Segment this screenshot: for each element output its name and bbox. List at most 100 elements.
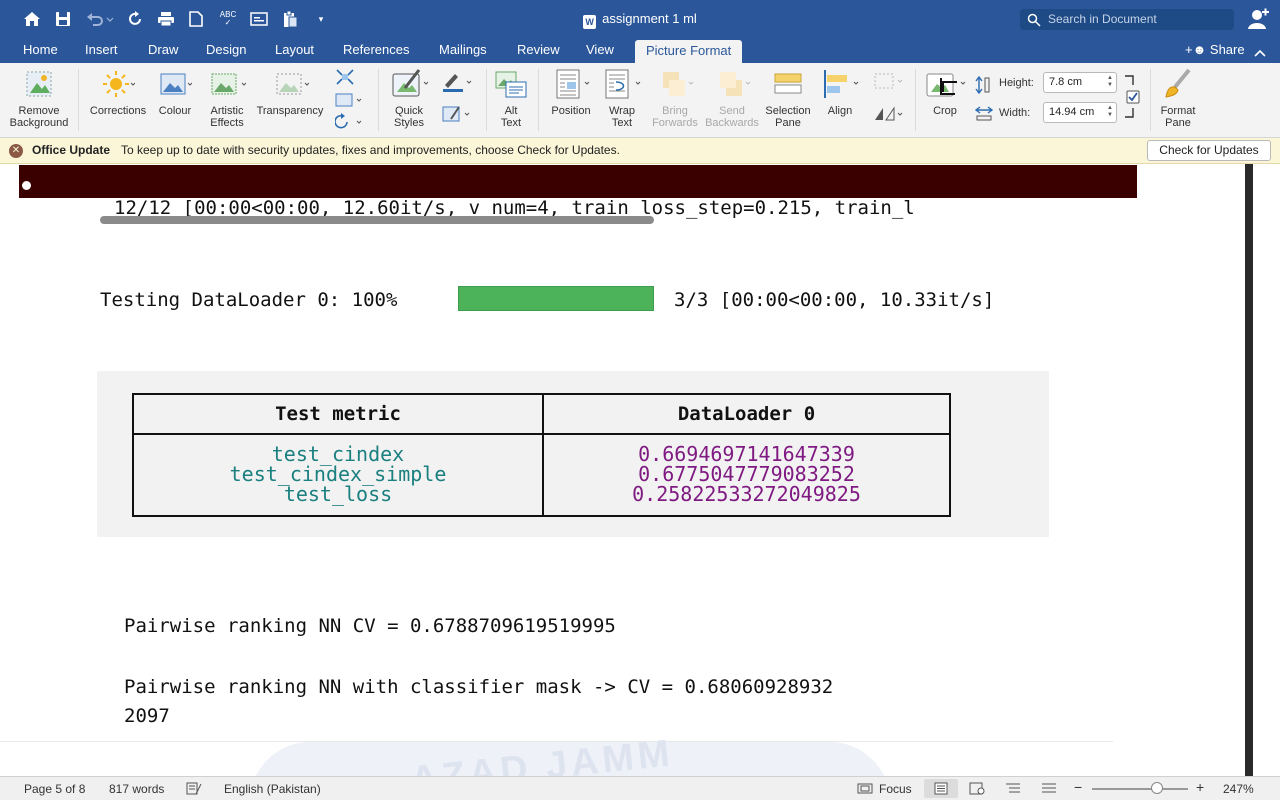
compress-pictures-icon[interactable]	[335, 68, 355, 91]
dismiss-icon[interactable]: ✕	[9, 144, 23, 158]
position-button[interactable]: Position	[546, 63, 596, 117]
send-backwards-label-2: Backwards	[705, 117, 759, 129]
ribbon-separator	[915, 69, 916, 131]
ribbon-separator	[538, 69, 539, 131]
lock-aspect-ratio-icon[interactable]	[1123, 75, 1143, 126]
zoom-level[interactable]: 247%	[1223, 782, 1254, 796]
zoom-in-icon[interactable]: +	[1196, 779, 1204, 795]
position-label: Position	[551, 105, 591, 117]
transparency-label: Transparency	[256, 105, 324, 117]
colour-label: Colour	[158, 105, 192, 117]
change-picture-icon[interactable]	[335, 91, 363, 114]
web-layout-view-icon[interactable]	[969, 782, 985, 798]
account-icon[interactable]	[1248, 8, 1270, 35]
reset-picture-icon[interactable]	[334, 113, 363, 136]
quick-styles-label-1: Quick	[394, 105, 424, 117]
width-stepper-icon[interactable]: ▲ ▼	[1107, 105, 1113, 119]
output-scrollbar[interactable]	[100, 216, 654, 224]
collapse-ribbon-icon[interactable]	[1254, 44, 1266, 62]
align-button[interactable]: Align	[818, 63, 862, 117]
zoom-slider-thumb[interactable]	[1151, 782, 1163, 794]
remove-background-button[interactable]: Remove Background	[6, 63, 72, 129]
crop-icon	[922, 63, 968, 105]
status-bar: Page 5 of 8 817 words English (Pakistan)…	[0, 776, 1280, 800]
align-label: Align	[827, 105, 853, 117]
colour-button[interactable]: Colour	[152, 63, 198, 117]
tab-draw[interactable]: Draw	[148, 42, 178, 57]
width-label: Width:	[999, 107, 1031, 119]
language-indicator[interactable]: English (Pakistan)	[224, 782, 321, 796]
corrections-label: Corrections	[89, 105, 147, 117]
corrections-button[interactable]: Corrections	[86, 63, 150, 117]
bring-forwards-icon	[648, 63, 702, 105]
word-count[interactable]: 817 words	[109, 782, 164, 796]
tab-view[interactable]: View	[586, 42, 614, 57]
tab-design[interactable]: Design	[206, 42, 246, 57]
picture-border-icon[interactable]	[441, 71, 473, 98]
tab-insert[interactable]: Insert	[85, 42, 118, 57]
focus-label[interactable]: Focus	[879, 782, 912, 796]
print-layout-view-button[interactable]	[924, 779, 958, 798]
table-cell-value-1: 0.6694697141647339	[638, 442, 855, 466]
height-icon	[975, 75, 991, 99]
ribbon-separator	[1150, 69, 1151, 131]
document-title-text: assignment 1 ml	[602, 11, 697, 26]
search-input[interactable]: Search in Document	[1020, 9, 1234, 30]
tab-references[interactable]: References	[343, 42, 409, 57]
update-message-bar: ✕ Office Update To keep up to date with …	[0, 138, 1280, 164]
picture-effects-icon[interactable]	[441, 103, 473, 130]
group-objects-icon[interactable]	[872, 71, 904, 96]
quick-styles-icon	[384, 63, 434, 105]
page-indicator[interactable]: Page 5 of 8	[24, 782, 85, 796]
search-icon	[1027, 13, 1041, 34]
tab-picture-format[interactable]: Picture Format	[635, 40, 743, 63]
crop-label: Crop	[933, 105, 957, 117]
zoom-slider-track[interactable]	[1092, 788, 1188, 790]
format-pane-label-1: Format	[1160, 105, 1196, 117]
format-pane-button[interactable]: Format Pane	[1156, 63, 1200, 129]
check-for-updates-button[interactable]: Check for Updates	[1147, 140, 1271, 161]
metrics-table: Test metric DataLoader 0 test_cindex tes…	[132, 393, 951, 517]
send-backwards-icon	[704, 63, 760, 105]
artistic-effects-label-2: Effects	[210, 117, 244, 129]
rotate-icon[interactable]	[872, 104, 904, 129]
tab-mailings[interactable]: Mailings	[439, 42, 487, 57]
bring-forwards-button[interactable]: Bring Forwards	[648, 63, 702, 129]
proofing-icon[interactable]	[186, 782, 202, 798]
selection-pane-button[interactable]: Selection Pane	[762, 63, 814, 129]
wrap-text-icon	[600, 63, 644, 105]
alt-text-label-1: Alt	[504, 105, 518, 117]
zoom-out-icon[interactable]: −	[1074, 779, 1082, 795]
alt-text-button[interactable]: Alt Text	[492, 63, 530, 129]
quick-styles-button[interactable]: Quick Styles	[384, 63, 434, 129]
outline-view-icon[interactable]	[1005, 782, 1021, 798]
wrap-text-button[interactable]: Wrap Text	[600, 63, 644, 129]
tab-review[interactable]: Review	[517, 42, 560, 57]
focus-icon[interactable]	[857, 782, 873, 798]
selection-pane-label-2: Pane	[775, 117, 801, 129]
align-icon	[818, 63, 862, 105]
share-button[interactable]: +☻ Share	[1185, 42, 1245, 57]
vertical-scrollbar[interactable]	[1245, 164, 1253, 776]
draft-view-icon[interactable]	[1041, 782, 1057, 798]
ribbon-separator	[378, 69, 379, 131]
tab-home[interactable]: Home	[23, 42, 58, 57]
height-field[interactable]: 7.8 cm ▲ ▼	[1043, 72, 1117, 93]
table-cell-metric-3: test_loss	[283, 482, 393, 506]
artistic-effects-button[interactable]: Artistic Effects	[202, 63, 252, 129]
tab-layout[interactable]: Layout	[275, 42, 314, 57]
document-canvas[interactable]: 12/12 [00:00<00:00, 12.60it/s, v_num=4, …	[0, 164, 1245, 776]
testing-progress-bar	[458, 286, 654, 311]
transparency-button[interactable]: Transparency	[254, 63, 326, 117]
table-header-divider	[134, 433, 949, 435]
share-label: Share	[1209, 42, 1245, 57]
width-field[interactable]: 14.94 cm ▲ ▼	[1043, 102, 1117, 123]
crop-button[interactable]: Crop	[922, 63, 968, 117]
height-stepper-icon[interactable]: ▲ ▼	[1107, 75, 1113, 89]
selected-picture-band[interactable]	[19, 165, 1137, 198]
send-backwards-button[interactable]: Send Backwards	[704, 63, 760, 129]
width-value: 14.94 cm	[1049, 106, 1095, 118]
wrap-text-label-2: Text	[611, 117, 633, 129]
quick-styles-label-2: Styles	[394, 117, 424, 129]
wrap-text-label-1: Wrap	[608, 105, 636, 117]
